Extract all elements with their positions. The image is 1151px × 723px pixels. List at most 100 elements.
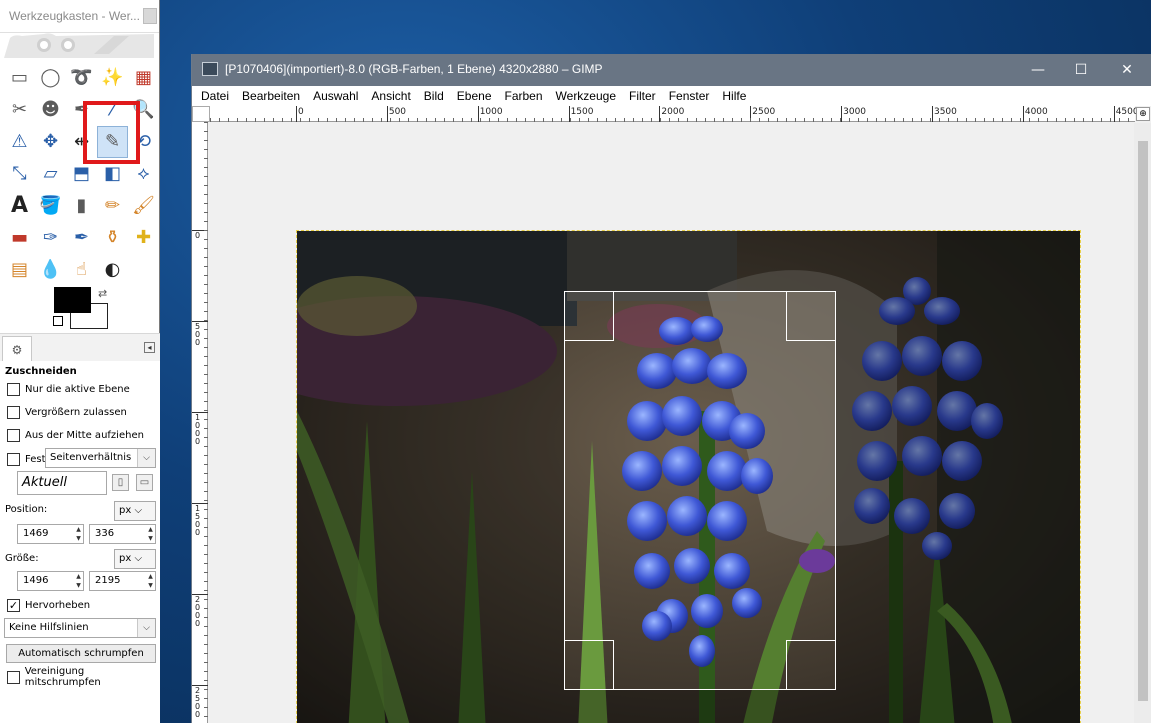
tab-menu-icon[interactable]: ◂ — [144, 342, 155, 353]
expand-from-center-checkbox[interactable] — [7, 428, 20, 442]
image-window-titlebar[interactable]: [P1070406](importiert)-8.0 (RGB-Farben, … — [192, 54, 1151, 86]
maximize-icon[interactable]: ☐ — [1071, 60, 1091, 80]
menu-item-hilfe[interactable]: Hilfe — [722, 89, 746, 103]
position-unit-select[interactable]: px ⌵ — [114, 501, 156, 521]
canvas-area[interactable] — [209, 123, 1133, 723]
position-x-input[interactable]: 1469 ▲ ▼ — [17, 524, 84, 544]
highlight-option[interactable]: ✓ Hervorheben — [7, 597, 90, 613]
ruler-h-minor-tick — [876, 118, 877, 122]
foreground-select-icon[interactable]: ☻ — [35, 94, 66, 126]
size-height-input[interactable]: 2195 ▲ ▼ — [89, 571, 156, 591]
zoom-follow-icon[interactable]: ⊕ — [1136, 107, 1150, 121]
menu-item-farben[interactable]: Farben — [505, 89, 543, 103]
spin-arrows-icon[interactable]: ▲ ▼ — [146, 572, 155, 590]
toolbox-minimize-button[interactable] — [143, 8, 157, 24]
rect-select-icon[interactable]: ▭ — [4, 62, 35, 94]
color-select-icon[interactable]: ▦ — [128, 62, 159, 94]
ruler-h-minor-tick — [1011, 118, 1012, 122]
fuzzy-select-icon[interactable]: ✨ — [97, 62, 128, 94]
vertical-scrollbar[interactable] — [1134, 123, 1151, 723]
ruler-v-minor-tick — [204, 401, 208, 402]
move-icon[interactable]: ✥ — [35, 126, 66, 158]
menu-item-bild[interactable]: Bild — [424, 89, 444, 103]
gradient-icon[interactable]: ▮ — [66, 190, 97, 222]
perspective-clone-icon[interactable]: ▤ — [4, 254, 35, 286]
spin-arrows-icon[interactable]: ▲ ▼ — [146, 525, 155, 543]
menu-item-auswahl[interactable]: Auswahl — [313, 89, 358, 103]
menu-item-datei[interactable]: Datei — [201, 89, 229, 103]
foreground-color-swatch[interactable] — [54, 287, 91, 313]
ruler-v-minor-tick — [204, 491, 208, 492]
aspect-ratio-entry[interactable]: Aktuell — [17, 471, 107, 495]
scissors-select-icon[interactable]: ✂ — [4, 94, 35, 126]
menu-item-bearbeiten[interactable]: Bearbeiten — [242, 89, 300, 103]
menu-item-filter[interactable]: Filter — [629, 89, 656, 103]
ruler-v-minor-tick — [204, 428, 208, 429]
swap-colors-icon[interactable]: ⇄ — [98, 287, 107, 300]
ruler-h-minor-tick — [534, 118, 535, 122]
only-active-layer-option[interactable]: Nur die aktive Ebene — [7, 381, 130, 397]
guides-select[interactable]: Keine Hilfslinien ⌵ — [4, 618, 156, 638]
highlight-checkbox[interactable]: ✓ — [7, 598, 20, 612]
toolbox-titlebar[interactable]: Werkzeugkasten - Wer... — [0, 0, 159, 33]
crop-rectangle[interactable] — [564, 291, 836, 690]
shrink-merged-label: Vereinigung mitschrumpfen — [24, 666, 101, 688]
fixed-mode-select[interactable]: Seitenverhältnis ⌵ — [45, 448, 156, 468]
paintbrush-icon[interactable]: 🖌 — [128, 190, 159, 222]
dodge-burn-icon[interactable]: ◐ — [97, 254, 128, 286]
aspect-landscape-icon[interactable]: ▭ — [136, 474, 153, 491]
menu-item-ansicht[interactable]: Ansicht — [371, 89, 410, 103]
ruler-h-minor-tick — [480, 118, 481, 122]
quick-mask-corner[interactable] — [192, 106, 210, 122]
ellipse-select-icon[interactable]: ◯ — [35, 62, 66, 94]
auto-shrink-button[interactable]: Automatisch schrumpfen — [6, 644, 156, 663]
horizontal-ruler[interactable]: 0 500 1000 1500 2000 2500 3000 3500 4000 4500 — [210, 106, 1139, 122]
aspect-portrait-icon[interactable]: ▯ — [112, 474, 129, 491]
spin-arrows-icon[interactable]: ▲ ▼ — [74, 525, 83, 543]
menu-item-fenster[interactable]: Fenster — [669, 89, 710, 103]
blur-icon[interactable]: 💧 — [35, 254, 66, 286]
tool-options-tab-icon[interactable]: ⚙ — [2, 336, 32, 362]
crop-handle-bottom-left[interactable] — [564, 640, 614, 690]
ruler-v-minor-tick — [204, 644, 208, 645]
scrollbar-thumb[interactable] — [1138, 141, 1148, 701]
pencil-icon[interactable]: ✏ — [97, 190, 128, 222]
position-y-input[interactable]: 336 ▲ ▼ — [89, 524, 156, 544]
allow-growing-option[interactable]: Vergrößern zulassen — [7, 404, 127, 420]
fixed-option[interactable]: Fest: — [7, 451, 49, 467]
fixed-checkbox[interactable] — [7, 452, 20, 466]
size-unit-select[interactable]: px ⌵ — [114, 549, 156, 569]
ink-icon[interactable]: ✒ — [66, 222, 97, 254]
shrink-merged-option[interactable]: Vereinigung mitschrumpfen — [7, 666, 160, 688]
shear-icon[interactable]: ▱ — [35, 158, 66, 190]
vertical-ruler[interactable]: 0 500 1000 1500 2000 2500 — [192, 122, 208, 723]
bucket-fill-icon[interactable]: 🪣 — [35, 190, 66, 222]
menu-item-ebene[interactable]: Ebene — [457, 89, 492, 103]
eraser-icon[interactable]: ▬ — [4, 222, 35, 254]
image-canvas[interactable] — [296, 230, 1081, 723]
airbrush-icon[interactable]: ✑ — [35, 222, 66, 254]
fg-bg-color-selector[interactable]: ⇄ — [53, 287, 110, 329]
clone-icon[interactable]: ⚱ — [97, 222, 128, 254]
allow-growing-checkbox[interactable] — [7, 405, 20, 419]
text-icon[interactable]: A — [4, 190, 35, 222]
menu-item-werkzeuge[interactable]: Werkzeuge — [556, 89, 616, 103]
spin-arrows-icon[interactable]: ▲ ▼ — [74, 572, 83, 590]
lasso-select-icon[interactable]: ➰ — [66, 62, 97, 94]
minimize-icon[interactable]: — — [1028, 60, 1048, 80]
reset-colors-icon[interactable] — [53, 316, 63, 326]
shrink-merged-checkbox[interactable] — [7, 670, 20, 684]
expand-from-center-option[interactable]: Aus der Mitte aufziehen — [7, 427, 144, 443]
ruler-h-minor-tick — [282, 118, 283, 122]
size-width-input[interactable]: 1496 ▲ ▼ — [17, 571, 84, 591]
ruler-h-minor-tick — [750, 118, 751, 122]
only-active-layer-checkbox[interactable] — [7, 382, 20, 396]
close-icon[interactable]: ✕ — [1117, 60, 1137, 80]
smudge-icon[interactable]: ☝ — [66, 254, 97, 286]
measure-icon[interactable]: ⚠ — [4, 126, 35, 158]
scale-icon[interactable]: ⤡ — [4, 158, 35, 190]
crop-handle-top-right[interactable] — [786, 291, 836, 341]
heal-icon[interactable]: ✚ — [128, 222, 159, 254]
crop-handle-top-left[interactable] — [564, 291, 614, 341]
crop-handle-bottom-right[interactable] — [786, 640, 836, 690]
